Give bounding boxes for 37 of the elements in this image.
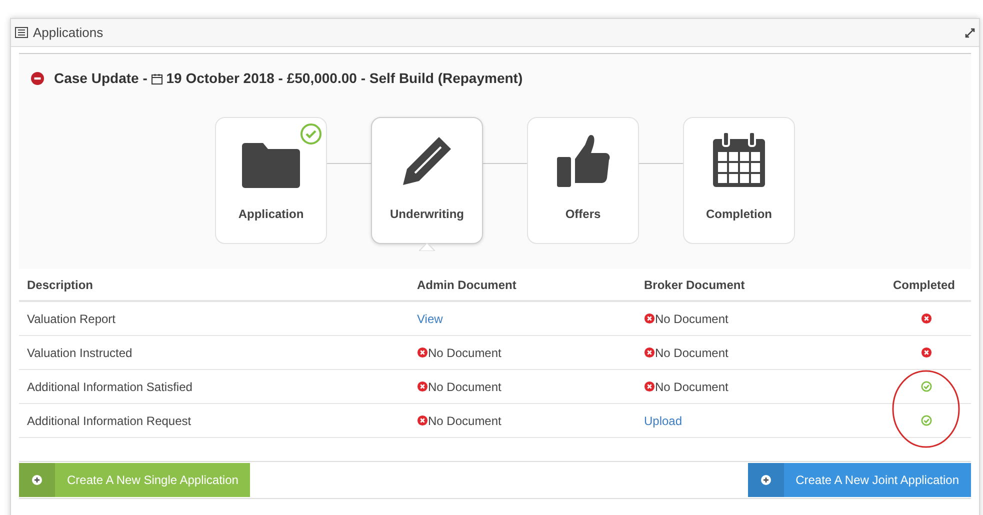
calendar-icon: [151, 72, 164, 84]
no-document-text: No Document: [428, 378, 502, 396]
panel-title: Applications: [33, 24, 104, 42]
column-header: Description: [27, 276, 94, 294]
plus-icon: [760, 475, 771, 485]
no-document-text: No Document: [655, 344, 728, 362]
plus-icon: [32, 475, 42, 485]
remove-icon[interactable]: [31, 72, 44, 85]
no-document-text: No Document: [428, 344, 502, 362]
calendar-icon: [711, 131, 767, 189]
description-cell-text: Additional Information Request: [27, 412, 192, 430]
document-link[interactable]: View: [417, 310, 644, 328]
document-link[interactable]: Upload: [644, 412, 875, 430]
case-heading: Case Update - 19 October 2018 - £50,000.00 - Self Build (Repayment): [54, 69, 523, 88]
error-icon: [417, 347, 428, 358]
error-icon: [417, 381, 428, 392]
step-card[interactable]: Application: [215, 117, 327, 244]
error-icon: [644, 347, 655, 358]
thumbs-up-icon: [555, 133, 611, 189]
pointer-icon: [419, 243, 435, 251]
expand-icon[interactable]: [965, 28, 975, 38]
error-icon: [644, 381, 655, 392]
description-cell-text: Additional Information Satisfied: [27, 378, 194, 396]
error-icon: [417, 415, 428, 426]
column-header: Admin Document: [417, 276, 518, 294]
no-document-text: No Document: [428, 412, 502, 430]
error-icon: [644, 313, 655, 324]
step-card[interactable]: Completion: [683, 117, 795, 244]
no-document-text: No Document: [655, 310, 728, 328]
description-cell-text: Valuation Instructed: [27, 344, 134, 362]
check-icon: [300, 123, 322, 145]
description-cell-text: Valuation Report: [27, 310, 116, 328]
list-icon: [15, 27, 28, 38]
step-card[interactable]: Offers: [527, 117, 639, 244]
no-document-text: No Document: [655, 378, 728, 396]
column-header: Completed: [893, 276, 956, 294]
column-header: Broker Document: [644, 276, 746, 294]
